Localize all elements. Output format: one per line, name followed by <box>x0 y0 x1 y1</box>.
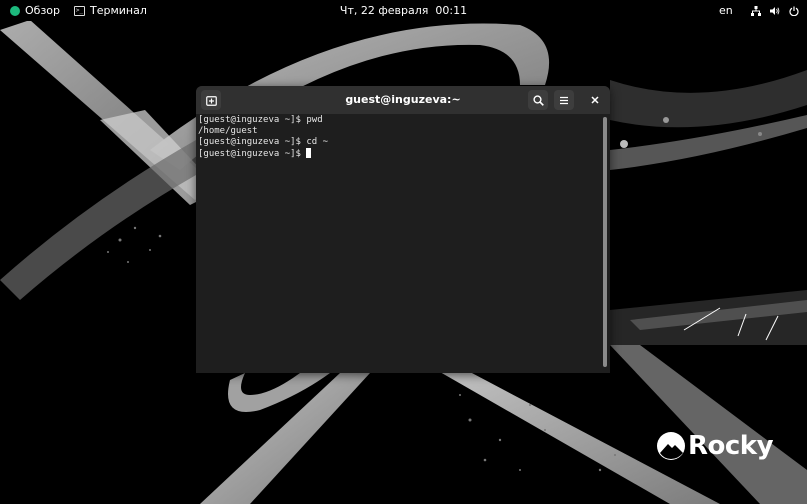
window-headerbar[interactable]: guest@inguzeva:~ <box>196 86 610 114</box>
close-button[interactable] <box>585 90 605 110</box>
rocky-linux-logo: Rocky <box>656 430 774 462</box>
app-menu-button[interactable]: >_ Терминал <box>74 0 147 21</box>
rocky-logo-text: Rocky <box>688 431 774 461</box>
terminal-app-icon: >_ <box>74 5 85 16</box>
hamburger-menu-icon <box>560 96 568 104</box>
scrollbar-thumb[interactable] <box>603 117 607 367</box>
terminal-line: [guest@inguzeva ~]$ cd ~ <box>198 137 329 147</box>
terminal-window[interactable]: guest@inguzeva:~ [guest@inguzeva ~]$ pwd <box>196 86 610 373</box>
rocky-mountain-icon <box>657 432 685 460</box>
scrollbar[interactable] <box>602 114 610 373</box>
terminal-line: [guest@inguzeva ~]$ pwd <box>198 115 323 125</box>
terminal-prompt-line[interactable]: [guest@inguzeva ~]$ <box>198 148 602 159</box>
system-menu-button[interactable] <box>751 0 799 21</box>
close-icon <box>591 96 599 104</box>
terminal-line: /home/guest <box>198 126 258 136</box>
new-tab-icon <box>205 95 217 106</box>
language-label: en <box>719 4 733 17</box>
search-icon <box>532 94 544 106</box>
clock-button[interactable]: Чт, 22 февраля 00:11 <box>340 0 467 21</box>
activities-button[interactable]: Обзор <box>10 0 60 21</box>
top-bar: Обзор >_ Терминал Чт, 22 февраля 00:11 e… <box>0 0 807 21</box>
new-tab-button[interactable] <box>201 90 221 110</box>
text-cursor <box>306 148 312 158</box>
keyboard-language-button[interactable]: en <box>719 0 733 21</box>
activities-label: Обзор <box>25 4 61 17</box>
network-icon <box>751 5 761 16</box>
volume-icon <box>770 6 780 15</box>
terminal-output[interactable]: [guest@inguzeva ~]$ pwd /home/guest [gue… <box>196 114 602 373</box>
rocky-logo-icon <box>10 5 20 16</box>
app-menu-label: Терминал <box>90 4 147 17</box>
terminal-prompt: [guest@inguzeva ~]$ <box>198 149 307 159</box>
main-menu-button[interactable] <box>554 90 574 110</box>
search-button[interactable] <box>528 90 548 110</box>
power-icon <box>789 6 799 16</box>
